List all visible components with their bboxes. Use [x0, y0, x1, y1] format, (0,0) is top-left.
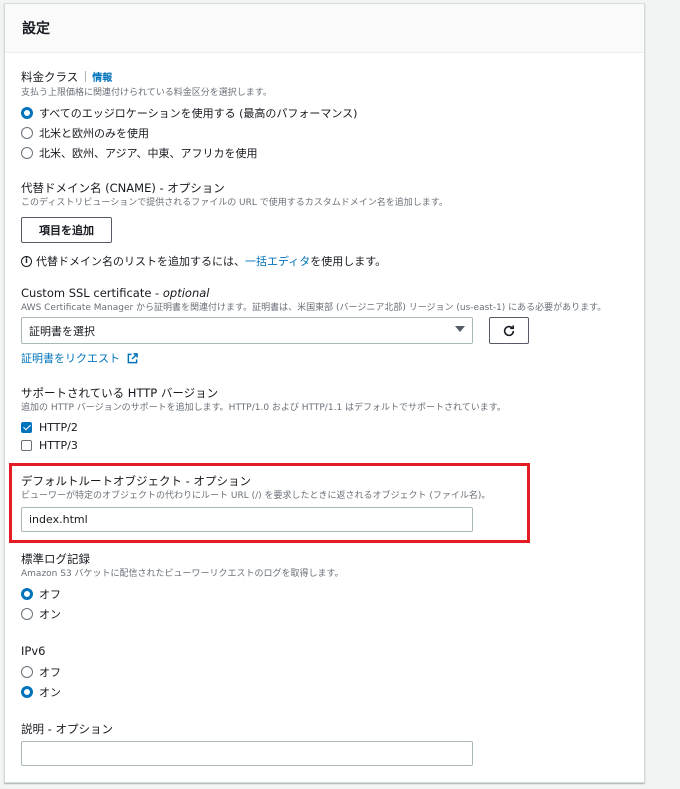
add-item-button[interactable]: 項目を追加 [21, 217, 112, 243]
price-class-label: 料金クラス [21, 70, 79, 84]
certificate-select[interactable]: 証明書を選択 [21, 317, 473, 344]
radio-button[interactable] [21, 686, 33, 698]
cname-info-row: i 代替ドメイン名のリストを追加するには、 一括エディタ を使用します。 [21, 253, 448, 269]
http-version-section: サポートされている HTTP バージョン 追加の HTTP バージョンのサポート… [21, 386, 506, 454]
http2-option[interactable]: HTTP/2 [21, 418, 506, 436]
radio-button[interactable] [21, 608, 33, 620]
ssl-optional-label: optional [162, 286, 210, 300]
radio-button[interactable] [21, 666, 33, 678]
radio-label: オフ [39, 588, 61, 601]
settings-panel: 設定 料金クラス 情報 支払う上限価格に関連付けられている料金区分を選択します。 … [4, 3, 645, 783]
radio-label: すべてのエッジロケーションを使用する (最高のパフォーマンス) [39, 107, 358, 120]
cname-info-text-after: を使用します。 [310, 255, 387, 268]
radio-button[interactable] [21, 127, 33, 139]
refresh-button[interactable] [489, 317, 529, 344]
radio-label: 北米と欧州のみを使用 [39, 127, 149, 140]
refresh-icon [503, 324, 515, 336]
checkbox[interactable] [21, 439, 32, 451]
request-certificate-link[interactable]: 証明書をリクエスト [21, 352, 120, 365]
logging-description: Amazon S3 バケットに配信されたビューワーリクエストのログを取得します。 [21, 569, 344, 579]
logging-option-on[interactable]: オン [21, 604, 344, 624]
panel-title: 設定 [5, 4, 644, 53]
highlight-box [9, 463, 530, 543]
radio-label: オン [39, 608, 61, 621]
logging-option-off[interactable]: オフ [21, 584, 344, 604]
radio-label: 北米、欧州、アジア、中東、アフリカを使用 [39, 147, 258, 160]
logging-section: 標準ログ記録 Amazon S3 バケットに配信されたビューワーリクエストのログ… [21, 552, 344, 624]
ssl-section: Custom SSL certificate - optional AWS Ce… [21, 286, 606, 315]
price-class-option-na-eu[interactable]: 北米と欧州のみを使用 [21, 123, 357, 143]
ipv6-section: IPv6 オフ オン [21, 644, 61, 702]
logging-label: 標準ログ記録 [21, 552, 90, 566]
external-link-icon [127, 353, 138, 364]
cname-label: 代替ドメイン名 (CNAME) - オプション [21, 181, 225, 195]
ipv6-label: IPv6 [21, 644, 46, 658]
info-separator [85, 71, 87, 82]
description-section: 説明 - オプション [21, 722, 113, 737]
price-class-info-link[interactable]: 情報 [92, 73, 112, 84]
ssl-description: AWS Certificate Manager から証明書を関連付けます。証明書… [21, 303, 607, 313]
price-class-section: 料金クラス 情報 支払う上限価格に関連付けられている料金区分を選択します。 すべて… [21, 70, 357, 163]
price-class-option-all[interactable]: すべてのエッジロケーションを使用する (最高のパフォーマンス) [21, 103, 357, 123]
bulk-editor-link[interactable]: 一括エディタ [245, 253, 310, 269]
caret-down-icon [455, 326, 465, 332]
description-input[interactable] [21, 741, 473, 766]
request-certificate-link-row[interactable]: 証明書をリクエスト [21, 350, 138, 366]
http-version-description: 追加の HTTP バージョンのサポートを追加します。HTTP/1.0 および H… [21, 403, 506, 413]
radio-button[interactable] [21, 588, 33, 600]
http-version-label: サポートされている HTTP バージョン [21, 386, 219, 400]
cname-description: このディストリビューションで提供されるファイルの URL で使用するカスタムドメ… [21, 198, 448, 208]
cname-section: 代替ドメイン名 (CNAME) - オプション このディストリビューションで提供… [21, 181, 448, 269]
ipv6-option-on[interactable]: オン [21, 682, 61, 702]
ipv6-option-off[interactable]: オフ [21, 662, 61, 682]
http3-option[interactable]: HTTP/3 [21, 436, 506, 454]
description-label: 説明 - オプション [21, 722, 113, 736]
radio-button[interactable] [21, 147, 33, 159]
radio-label: オン [39, 686, 61, 699]
radio-button[interactable] [21, 107, 33, 119]
checkbox-label: HTTP/3 [39, 438, 78, 452]
price-class-option-na-eu-asia[interactable]: 北米、欧州、アジア、中東、アフリカを使用 [21, 143, 357, 163]
cname-info-text: 代替ドメイン名のリストを追加するには、 [36, 255, 245, 268]
checkbox-label: HTTP/2 [39, 420, 78, 434]
radio-label: オフ [39, 666, 61, 679]
price-class-description: 支払う上限価格に関連付けられている料金区分を選択します。 [21, 88, 272, 98]
ssl-label: Custom SSL certificate - [21, 286, 163, 300]
certificate-select-value: 証明書を選択 [29, 324, 95, 338]
checkbox[interactable] [21, 421, 32, 433]
info-circle-icon: i [21, 255, 32, 267]
